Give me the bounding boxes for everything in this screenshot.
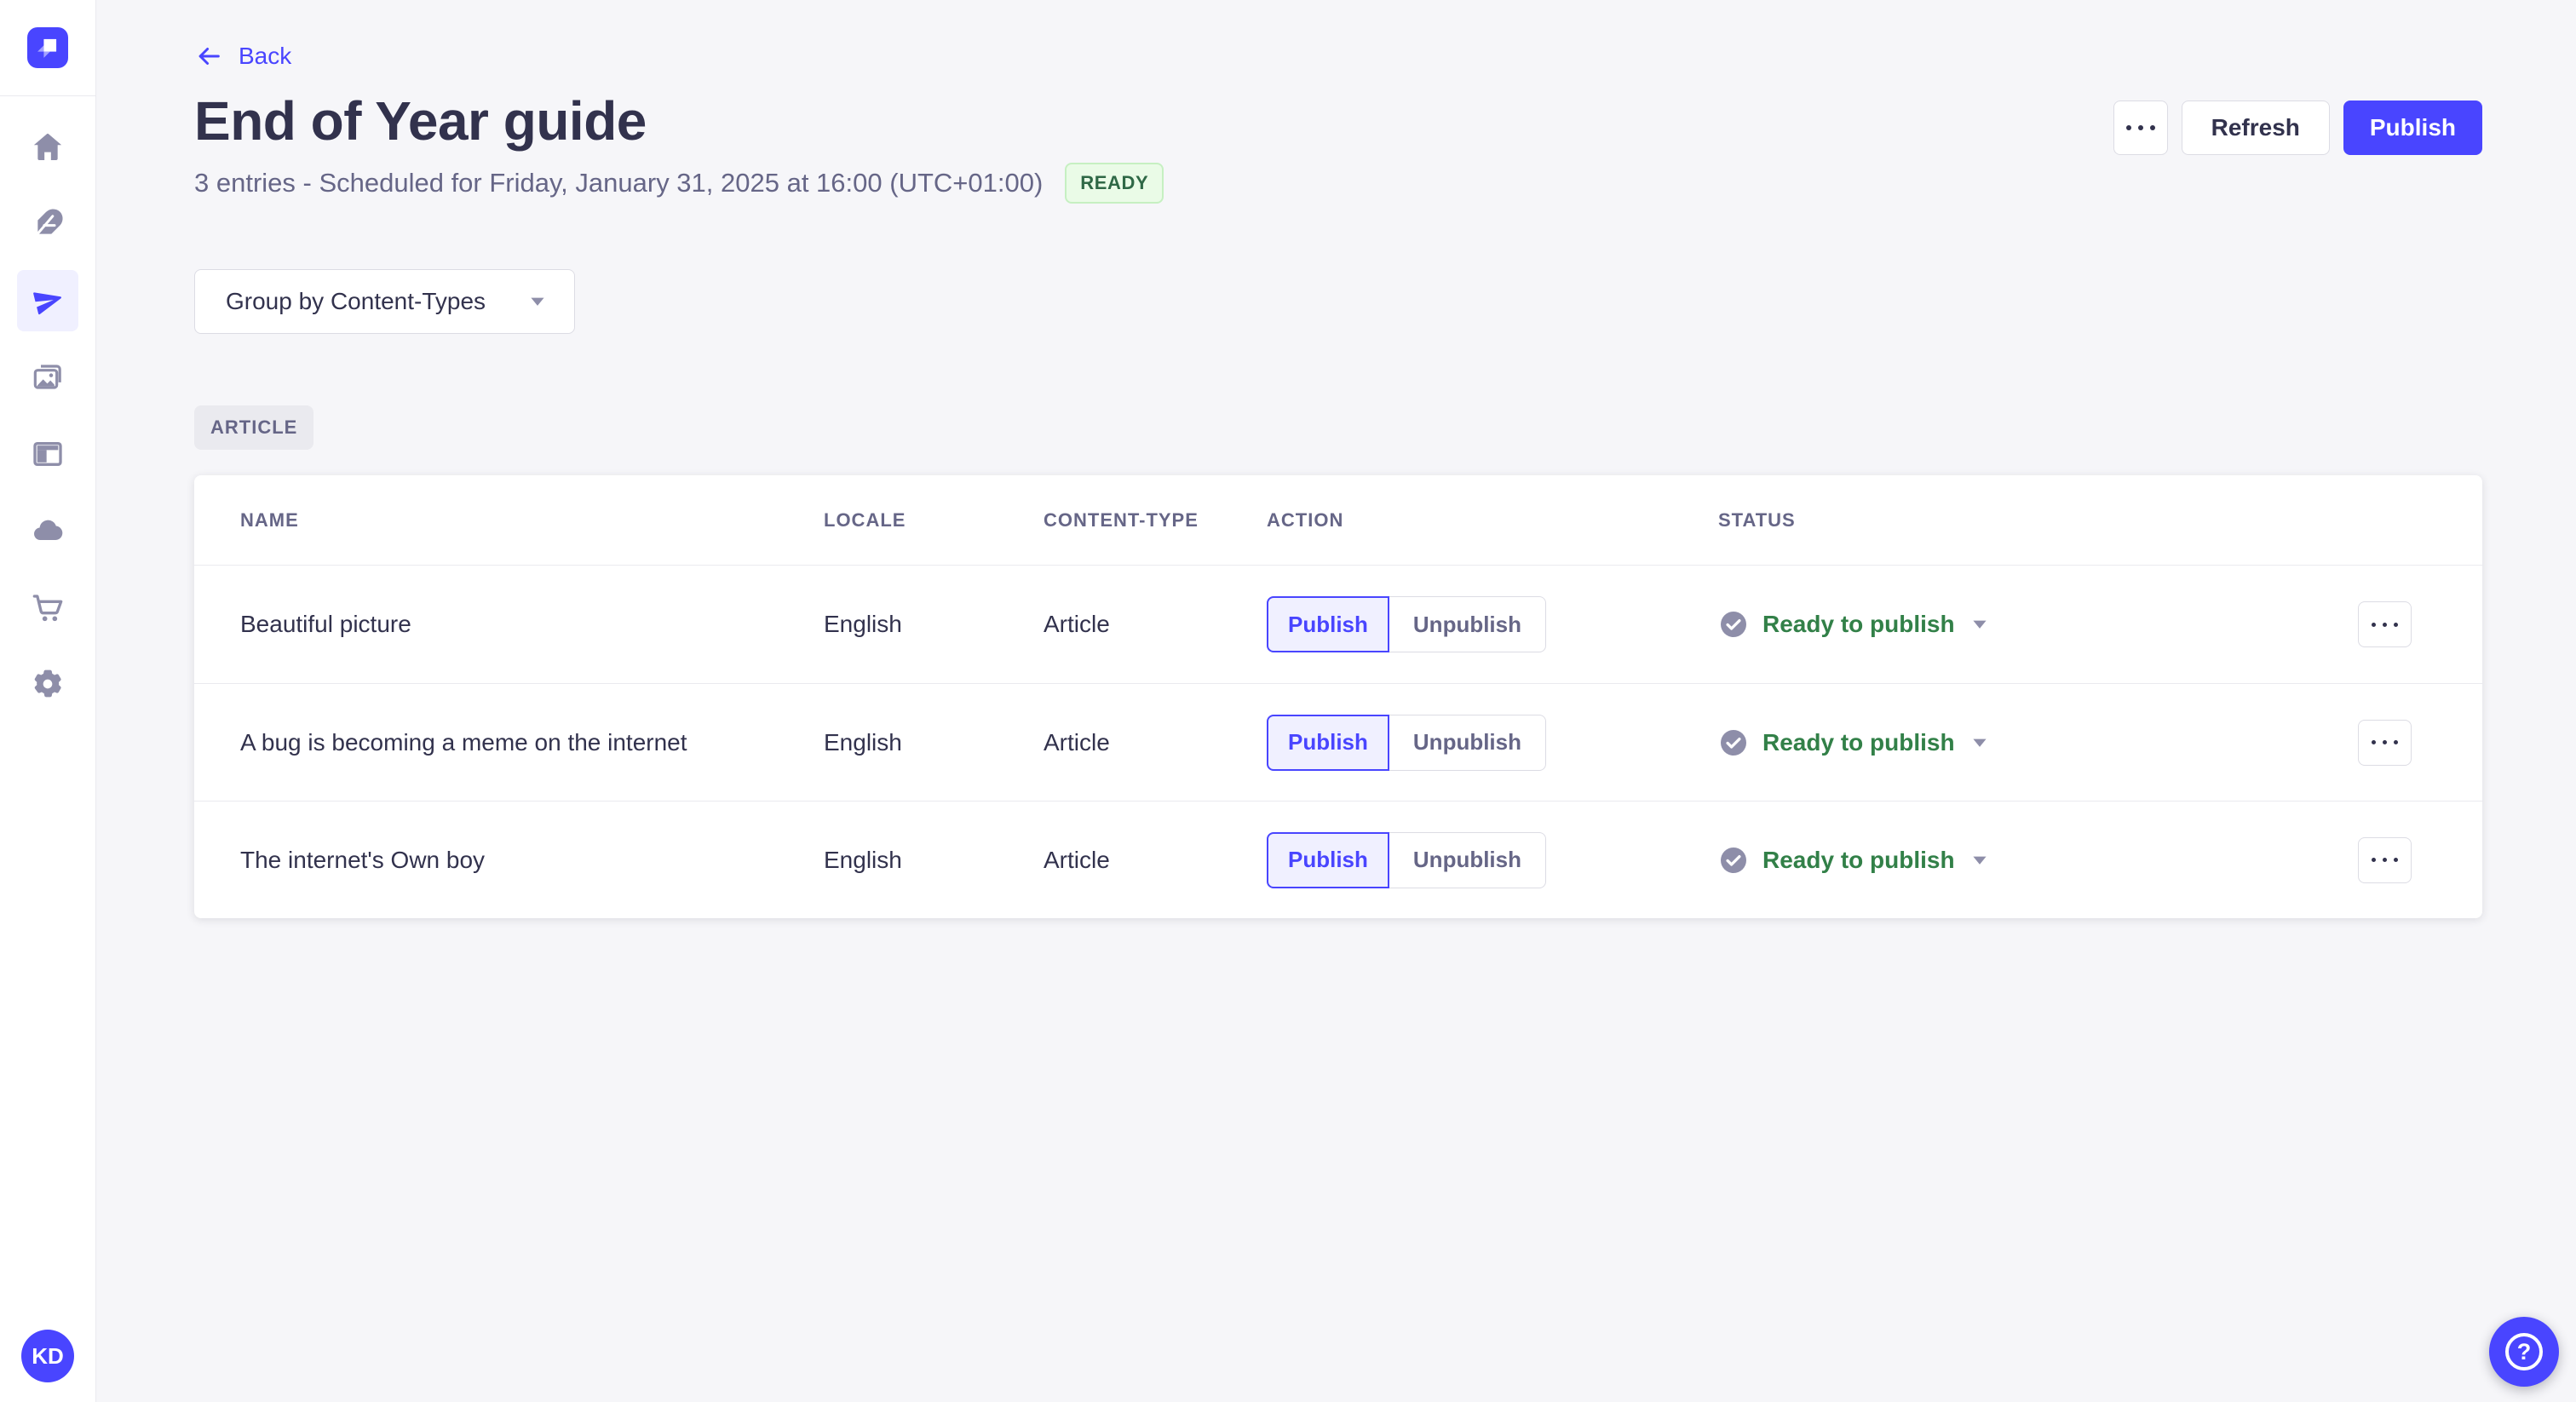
entry-content-type: Article xyxy=(1044,728,1110,756)
row-more-button[interactable] xyxy=(2358,719,2412,766)
cloud-icon xyxy=(34,520,63,541)
back-link[interactable]: Back xyxy=(194,37,291,75)
sidebar-item-cloud[interactable] xyxy=(17,500,78,561)
gear-icon xyxy=(34,669,61,698)
entry-content-type: Article xyxy=(1044,611,1110,637)
column-header-locale: LOCALE xyxy=(824,509,906,531)
home-icon xyxy=(33,133,62,160)
table-header-row: NAME LOCALE CONTENT-TYPE ACTION STATUS xyxy=(194,475,2482,566)
entry-status-dropdown[interactable]: Ready to publish xyxy=(1718,609,2287,640)
column-header-action: ACTION xyxy=(1267,509,1344,531)
group-by-select[interactable]: Group by Content-Types xyxy=(194,269,575,334)
entry-status-dropdown[interactable]: Ready to publish xyxy=(1718,727,2287,758)
table-row: Beautiful picture English Article Publis… xyxy=(194,566,2482,683)
user-avatar[interactable]: KD xyxy=(21,1330,74,1382)
back-label: Back xyxy=(239,43,292,69)
caret-down-icon xyxy=(1972,856,1987,865)
sidebar-item-releases[interactable] xyxy=(17,270,78,331)
action-toggle: Publish Unpublish xyxy=(1267,596,1718,652)
main-content: Back End of Year guide 3 entries - Sched… xyxy=(96,0,2576,1402)
cart-icon xyxy=(32,595,63,622)
paper-plane-icon xyxy=(33,292,61,316)
sidebar-item-content-manager[interactable] xyxy=(17,193,78,255)
row-publish-button[interactable]: Publish xyxy=(1267,714,1389,771)
group-by-label: Group by Content-Types xyxy=(226,288,486,314)
action-toggle: Publish Unpublish xyxy=(1267,714,1718,771)
entry-name: The internet's Own boy xyxy=(240,846,486,873)
chevron-down-icon xyxy=(531,297,544,306)
table-row: A bug is becoming a meme on the internet… xyxy=(194,683,2482,801)
sidebar-nav xyxy=(17,117,78,715)
sidebar-item-marketplace[interactable] xyxy=(17,577,78,638)
column-header-content-type: CONTENT-TYPE xyxy=(1044,509,1199,531)
status-label: Ready to publish xyxy=(1762,611,1955,637)
action-toggle: Publish Unpublish xyxy=(1267,831,1718,888)
sidebar-item-content-type-builder[interactable] xyxy=(17,423,78,485)
media-library-icon xyxy=(33,365,61,389)
feather-icon xyxy=(34,209,63,238)
sidebar-item-media-library[interactable] xyxy=(17,347,78,408)
row-more-button[interactable] xyxy=(2358,836,2412,883)
question-mark-icon: ? xyxy=(2505,1333,2543,1370)
more-options-button[interactable] xyxy=(2113,101,2168,155)
strapi-logo[interactable] xyxy=(27,27,68,68)
release-subtitle: 3 entries - Scheduled for Friday, Januar… xyxy=(194,168,1044,198)
toolbar: Group by Content-Types xyxy=(96,269,2576,334)
sidebar-item-home[interactable] xyxy=(17,117,78,178)
more-dots-icon xyxy=(2372,622,2398,627)
entry-status-dropdown[interactable]: Ready to publish xyxy=(1718,845,2287,876)
sidebar: KD xyxy=(0,0,96,1402)
entry-locale: English xyxy=(824,728,902,756)
more-dots-icon xyxy=(2372,858,2398,862)
table-row: The internet's Own boy English Article P… xyxy=(194,801,2482,918)
help-button[interactable]: ? xyxy=(2489,1317,2559,1387)
check-circle-icon xyxy=(1721,729,1746,756)
row-unpublish-button[interactable]: Unpublish xyxy=(1389,596,1546,652)
more-dots-icon xyxy=(2125,125,2155,130)
row-unpublish-button[interactable]: Unpublish xyxy=(1389,714,1546,771)
release-header: Back End of Year guide 3 entries - Sched… xyxy=(96,0,2576,204)
entry-content-type: Article xyxy=(1044,846,1110,873)
strapi-logo-icon xyxy=(37,38,57,58)
caret-down-icon xyxy=(1972,620,1987,629)
layout-icon xyxy=(33,441,62,467)
more-dots-icon xyxy=(2372,740,2398,744)
row-publish-button[interactable]: Publish xyxy=(1267,596,1389,652)
entry-name: Beautiful picture xyxy=(240,611,411,637)
column-header-status: STATUS xyxy=(1718,509,1796,531)
header-actions: Refresh Publish xyxy=(2113,101,2482,155)
group-badge: ARTICLE xyxy=(194,405,314,450)
sidebar-item-settings[interactable] xyxy=(17,653,78,715)
subtitle-row: 3 entries - Scheduled for Friday, Januar… xyxy=(194,162,2482,204)
row-unpublish-button[interactable]: Unpublish xyxy=(1389,831,1546,888)
arrow-left-icon xyxy=(198,48,220,65)
status-badge: READY xyxy=(1065,163,1164,204)
entry-locale: English xyxy=(824,846,902,873)
publish-button[interactable]: Publish xyxy=(2343,101,2482,155)
caret-down-icon xyxy=(1972,738,1987,747)
entry-name: A bug is becoming a meme on the internet xyxy=(240,728,687,756)
status-label: Ready to publish xyxy=(1762,846,1955,873)
check-circle-icon xyxy=(1721,612,1746,637)
entries-table-card: NAME LOCALE CONTENT-TYPE ACTION STATUS B… xyxy=(194,475,2482,918)
status-label: Ready to publish xyxy=(1762,728,1955,756)
article-group-section: ARTICLE NAME LOCALE CONTENT-TYPE ACTION … xyxy=(96,334,2576,918)
logo-container xyxy=(0,0,95,96)
entry-locale: English xyxy=(824,611,902,637)
check-circle-icon xyxy=(1721,847,1746,873)
row-publish-button[interactable]: Publish xyxy=(1267,831,1389,888)
column-header-name: NAME xyxy=(240,509,299,531)
refresh-button[interactable]: Refresh xyxy=(2181,101,2330,155)
row-more-button[interactable] xyxy=(2358,601,2412,647)
